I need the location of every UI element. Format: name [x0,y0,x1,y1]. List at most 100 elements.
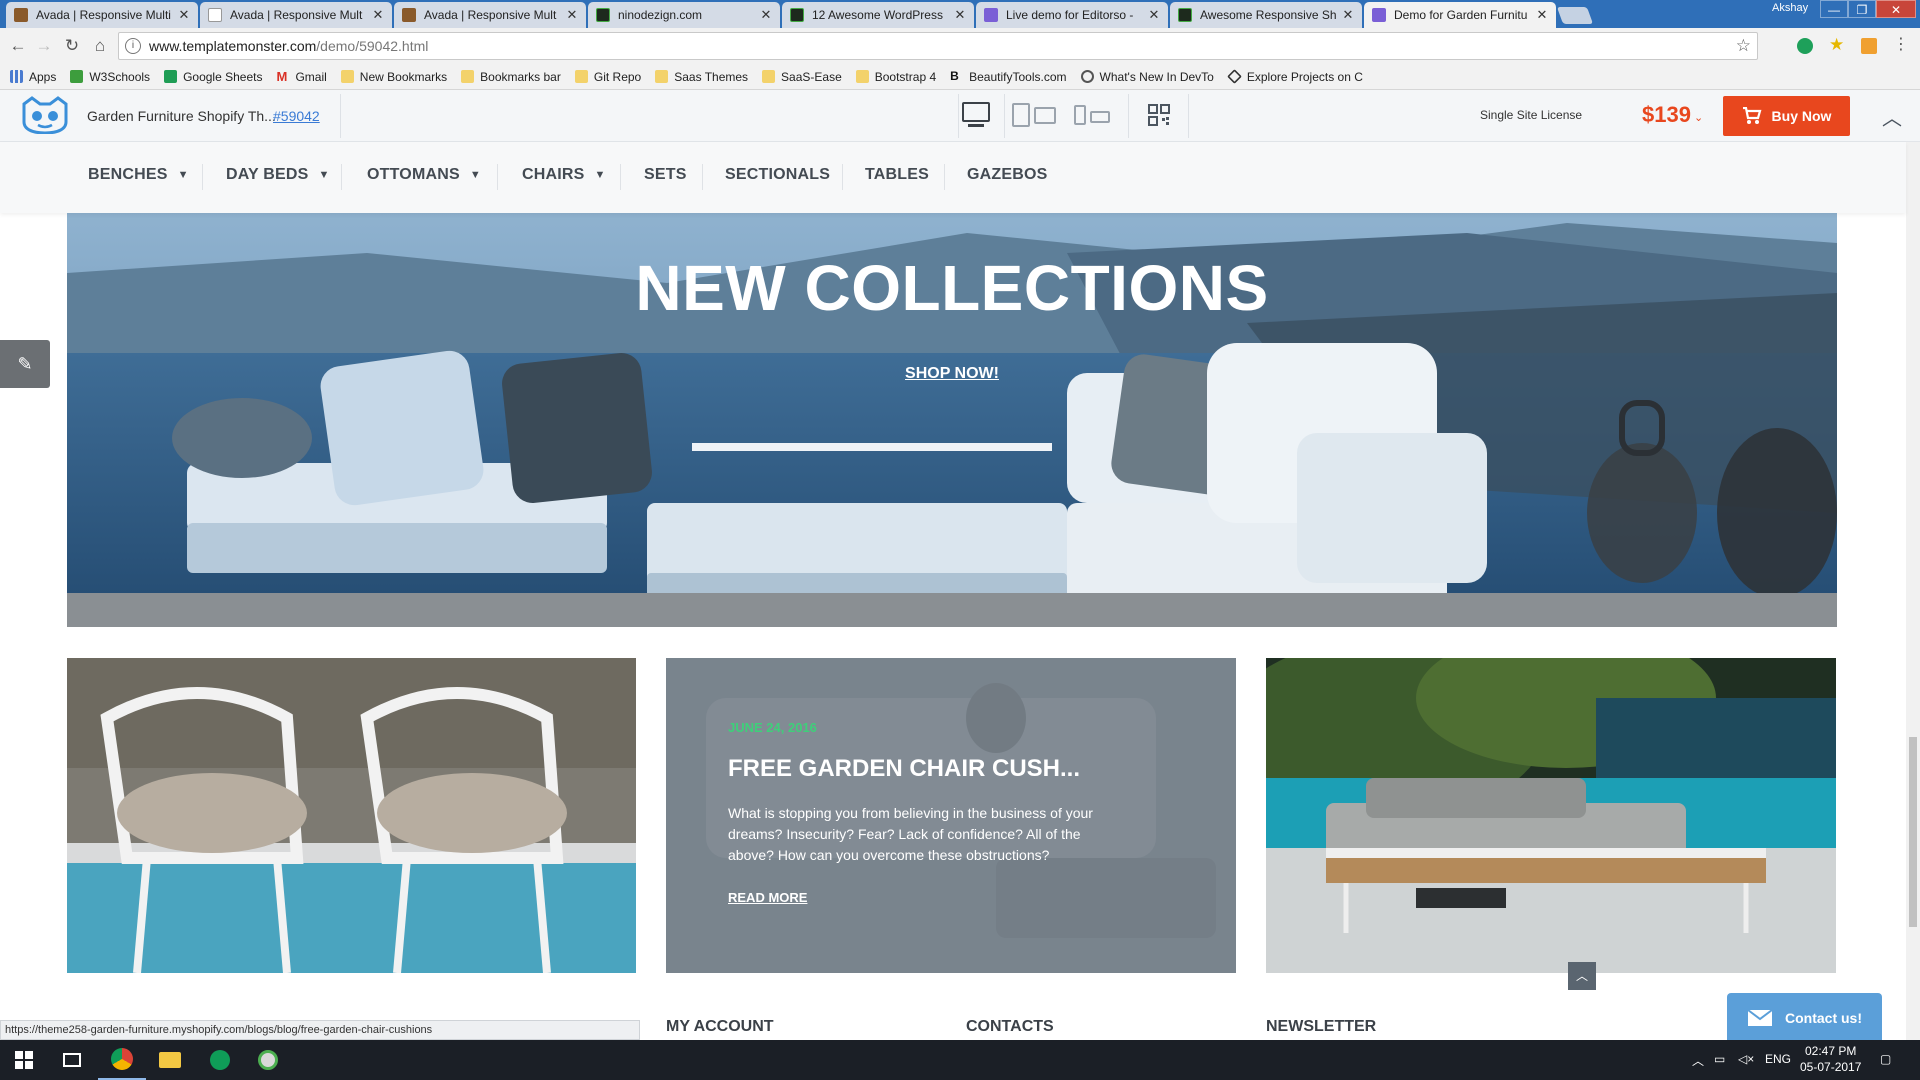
close-tab-icon[interactable]: ✕ [372,7,384,23]
close-tab-icon[interactable]: ✕ [760,7,772,23]
extension-orange-icon[interactable] [1861,38,1877,54]
page-scrollbar[interactable] [1906,142,1920,1040]
browser-tab[interactable]: Avada | Responsive Mult ✕ [394,2,586,28]
templatemonster-logo-icon[interactable] [18,96,72,134]
close-tab-icon[interactable]: ✕ [1148,7,1160,23]
clock[interactable]: 02:47 PM 05-07-2017 [1800,1043,1861,1075]
info-icon[interactable]: i [125,38,141,54]
menu-icon[interactable]: ⋮ [1893,37,1909,54]
lounge-image [1266,658,1836,973]
browser-tab[interactable]: Avada | Responsive Multi ✕ [6,2,198,28]
browser-tab[interactable]: 12 Awesome WordPress ✕ [782,2,974,28]
browser-tab[interactable]: Avada | Responsive Mult ✕ [200,2,392,28]
tablet-portrait-icon[interactable] [1012,103,1030,127]
tray-chevron-icon[interactable]: ︿ [1692,1052,1704,1069]
address-bar[interactable]: i www.templatemonster.com/demo/59042.htm… [118,32,1758,60]
nav-item-benches[interactable]: BENCHES ▼ [88,166,189,184]
close-tab-icon[interactable]: ✕ [178,7,190,23]
contact-us-button[interactable]: Contact us! [1727,993,1882,1043]
phone-portrait-icon[interactable] [1074,105,1086,125]
minimize-icon[interactable]: — [1820,0,1848,18]
collapse-bar-icon[interactable]: ︿ [1882,102,1902,131]
bookmark-folder[interactable]: SaaS-Ease [762,70,842,84]
desktop-view-icon[interactable] [962,102,990,122]
chevron-down-icon[interactable]: ⌄ [1694,111,1703,124]
nav-item-chairs[interactable]: CHAIRS ▼ [522,166,606,184]
blog-title[interactable]: FREE GARDEN CHAIR CUSH... [728,755,1080,783]
forward-icon[interactable]: → [32,34,56,58]
bookmark-folder[interactable]: Bootstrap 4 [855,70,936,84]
read-more-link[interactable]: READ MORE [728,890,807,905]
bookmark-apps[interactable]: Apps [10,70,56,84]
task-view-icon[interactable] [48,1040,96,1080]
browser-tab[interactable]: Awesome Responsive Sh ✕ [1170,2,1362,28]
footer-heading-contacts: CONTACTS [966,1018,1054,1035]
template-id-link[interactable]: #59042 [273,108,320,124]
nav-item-tables[interactable]: TABLES [865,166,929,184]
price[interactable]: $139 [1642,102,1691,128]
restore-icon[interactable]: ❐ [1848,0,1876,18]
bookmark-folder[interactable]: Git Repo [574,70,641,84]
promo-card-lounge[interactable] [1266,658,1836,973]
bookmark-codepen[interactable]: Explore Projects on C [1226,69,1363,84]
nav-item-sectionals[interactable]: SECTIONALS [725,166,830,184]
hero-banner[interactable]: NEW COLLECTIONS SHOP NOW! [67,213,1837,627]
folder-icon [574,70,588,83]
bookmark-google-sheets[interactable]: Google Sheets [164,70,262,84]
new-tab-button[interactable] [1556,7,1594,24]
bookmark-gmail[interactable]: M Gmail [276,70,326,84]
extension-green-icon[interactable] [1797,38,1813,54]
home-icon[interactable]: ⌂ [88,34,112,58]
browser-tab-active[interactable]: Demo for Garden Furnitu ✕ [1364,2,1556,28]
back-to-top-button[interactable]: ︿ [1568,962,1596,990]
tablet-landscape-icon[interactable] [1034,107,1056,124]
close-tab-icon[interactable]: ✕ [1342,7,1354,23]
envelope-icon [1747,1009,1773,1026]
language-indicator[interactable]: ENG [1765,1052,1791,1066]
chrome-taskbar-icon[interactable] [98,1040,146,1080]
bookmark-folder[interactable]: Bookmarks bar [461,70,561,84]
browser-tab[interactable]: Live demo for Editorso - ✕ [976,2,1168,28]
phone-landscape-icon[interactable] [1090,111,1110,123]
folder-shape [159,1052,181,1068]
window-close-icon[interactable]: ✕ [1876,0,1916,18]
hangouts-icon[interactable] [196,1040,244,1080]
profile-name[interactable]: Akshay [1772,2,1808,14]
taskbar: ︿ ▭ ◁× ENG 02:47 PM 05-07-2017 ▢ [0,1040,1920,1080]
shop-now-link[interactable]: SHOP NOW! [67,365,1837,383]
edit-pencil-button[interactable]: ✎ [0,340,50,388]
blog-card[interactable]: JUNE 24, 2016 FREE GARDEN CHAIR CUSH... … [666,658,1236,973]
bookmark-beautifytools[interactable]: B BeautifyTools.com [950,70,1066,84]
promo-card-chairs[interactable] [67,658,636,973]
close-tab-icon[interactable]: ✕ [566,7,578,23]
close-tab-icon[interactable]: ✕ [954,7,966,23]
bookmark-folder[interactable]: New Bookmarks [340,70,447,84]
buy-now-button[interactable]: Buy Now [1723,96,1850,136]
bookmark-folder[interactable]: Saas Themes [655,70,748,84]
nav-item-ottomans[interactable]: OTTOMANS ▼ [367,166,481,184]
close-tab-icon[interactable]: ✕ [1536,7,1548,23]
windows-start-icon[interactable] [0,1040,48,1080]
volume-muted-icon[interactable]: ◁× [1738,1052,1754,1066]
reload-icon[interactable]: ↻ [60,34,84,58]
bookmark-w3schools[interactable]: W3Schools [70,70,150,84]
divider [340,94,341,138]
template-name: Garden Furniture Shopify Th... [87,108,276,124]
file-explorer-icon[interactable] [146,1040,194,1080]
network-icon[interactable]: ▭ [1714,1052,1725,1066]
bookmark-devtools[interactable]: What's New In DevTo [1080,70,1214,84]
notifications-icon[interactable]: ▢ [1880,1052,1891,1066]
nav-item-day-beds[interactable]: DAY BEDS ▼ [226,166,330,184]
license-label[interactable]: Single Site License [1480,108,1582,122]
scrollbar-thumb[interactable] [1909,737,1917,927]
browser-tab[interactable]: ninodezign.com ✕ [588,2,780,28]
paint-icon[interactable] [244,1040,292,1080]
bookmark-star-icon[interactable]: ☆ [1736,36,1751,56]
nav-item-sets[interactable]: SETS [644,166,687,184]
nav-item-gazebos[interactable]: GAZEBOS [967,166,1048,184]
avada-favicon-icon [14,8,28,22]
extension-star-icon[interactable]: ★ [1829,36,1845,54]
back-icon[interactable]: ← [6,34,30,58]
qr-code-icon[interactable] [1148,104,1170,126]
tm-favicon-icon [984,8,998,22]
